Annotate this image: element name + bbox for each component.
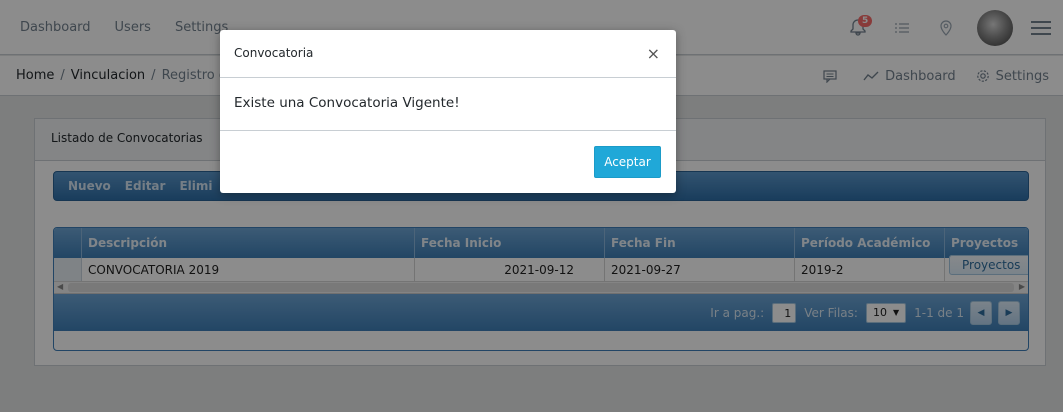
dialog-message: Existe una Convocatoria Vigente!	[220, 78, 676, 131]
dialog-header: Convocatoria ×	[220, 30, 676, 78]
dialog-title: Convocatoria	[234, 46, 314, 60]
accept-button[interactable]: Aceptar	[594, 146, 661, 178]
convocatoria-dialog: Convocatoria × Existe una Convocatoria V…	[220, 30, 676, 193]
close-icon[interactable]: ×	[647, 44, 660, 63]
dialog-footer: Aceptar	[220, 131, 676, 193]
